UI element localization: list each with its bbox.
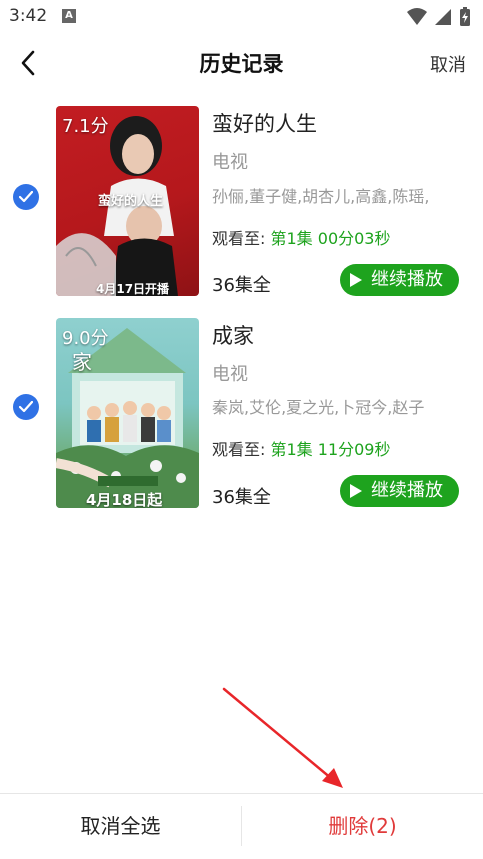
cancel-edit-button[interactable]: 取消	[430, 51, 466, 77]
continue-play-button[interactable]: 继续播放	[340, 475, 459, 507]
episode-count: 36集全	[212, 275, 271, 296]
continue-play-label: 继续播放	[371, 269, 443, 290]
watch-episode-time: 第1集 00分03秒	[270, 229, 391, 248]
signal-icon	[435, 9, 451, 25]
poster-date: 4月17日开播	[96, 282, 170, 296]
show-title: 蛮好的人生	[212, 112, 317, 136]
watch-prefix: 观看至:	[212, 229, 266, 248]
show-type: 电视	[212, 364, 248, 385]
continue-play-label: 继续播放	[371, 480, 443, 501]
app-header: 历史记录 取消	[0, 34, 483, 94]
battery-icon	[460, 7, 470, 26]
bottom-action-bar: 取消全选 删除(2)	[0, 793, 483, 859]
status-time: 3:42	[9, 6, 48, 26]
watch-progress: 观看至: 第1集 00分03秒	[212, 225, 391, 249]
page-title: 历史记录	[199, 52, 284, 76]
score-label: 7.1分	[62, 116, 109, 137]
play-icon	[350, 484, 362, 498]
poster-image[interactable]: 7.1分 蛮好的人生 4月17日开播	[56, 106, 199, 296]
show-title: 成家	[212, 324, 254, 348]
item-checkbox[interactable]	[13, 394, 39, 420]
episode-count: 36集全	[212, 487, 271, 508]
item-checkbox[interactable]	[13, 184, 39, 210]
poster-image[interactable]: 9.0分 家 4月18日起	[56, 318, 199, 508]
wifi-icon	[407, 8, 427, 25]
watch-prefix: 观看至:	[212, 440, 266, 459]
checkmark-icon	[19, 191, 33, 203]
continue-play-button[interactable]: 继续播放	[340, 264, 459, 296]
annotation-arrow-icon	[222, 687, 343, 788]
history-item[interactable]: 9.0分 家 4月18日起 成家 电视 秦岚,艾伦,夏之光,卜冠今,赵子 观看至…	[0, 318, 483, 518]
status-bar: 3:42 A	[0, 0, 483, 34]
checkmark-icon	[19, 401, 33, 413]
watch-episode-time: 第1集 11分09秒	[270, 440, 391, 459]
show-type: 电视	[212, 152, 248, 173]
show-cast: 秦岚,艾伦,夏之光,卜冠今,赵子	[212, 398, 425, 417]
cancel-select-all-button[interactable]: 取消全选	[0, 794, 241, 859]
poster-caption: 家	[72, 350, 92, 374]
history-item[interactable]: 7.1分 蛮好的人生 4月17日开播 蛮好的人生 电视 孙俪,董子健,胡杏儿,高…	[0, 106, 483, 306]
delete-button[interactable]: 删除(2)	[242, 794, 483, 859]
show-cast: 孙俪,董子健,胡杏儿,高鑫,陈瑶,	[212, 187, 430, 206]
watch-progress: 观看至: 第1集 11分09秒	[212, 436, 391, 460]
poster-date: 4月18日起	[86, 491, 163, 508]
status-icons	[405, 6, 475, 28]
poster-caption: 蛮好的人生	[98, 194, 164, 209]
play-icon	[350, 273, 362, 287]
notification-icon: A	[62, 9, 76, 23]
